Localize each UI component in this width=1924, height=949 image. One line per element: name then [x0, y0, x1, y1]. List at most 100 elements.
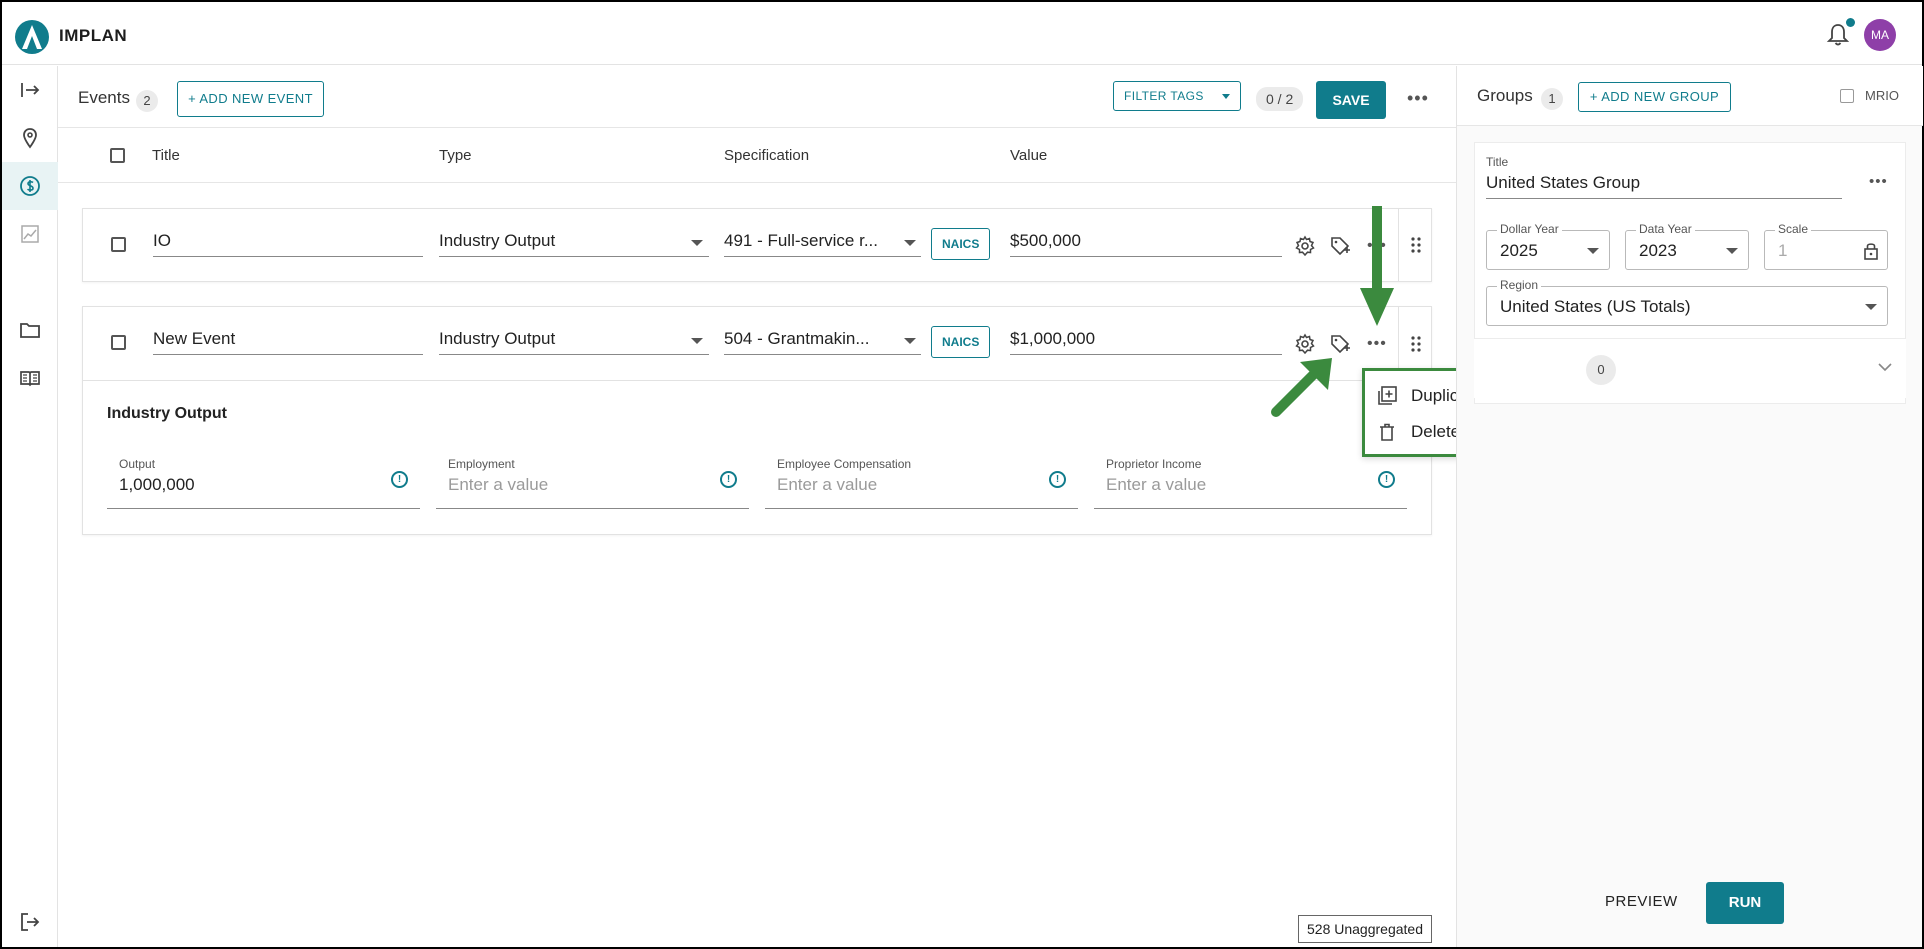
sidebar-item-results[interactable]: [2, 210, 58, 258]
scale-label: Scale: [1775, 222, 1812, 236]
lock-icon: [1864, 243, 1878, 260]
chevron-down-icon: [1865, 304, 1877, 310]
group-more-options-icon[interactable]: •••: [1869, 174, 1888, 189]
group-events-count-badge: 0: [1586, 355, 1616, 385]
add-new-event-button[interactable]: + ADD NEW EVENT: [177, 81, 324, 117]
sidebar-item-impacts[interactable]: [2, 162, 58, 210]
logout-button[interactable]: [2, 898, 58, 946]
group-title-input[interactable]: United States Group: [1486, 169, 1842, 199]
notification-bell-icon[interactable]: [1826, 22, 1850, 48]
event-specification-select[interactable]: 491 - Full-service r...: [724, 227, 921, 257]
chevron-down-icon: [691, 338, 703, 344]
dollar-year-value: 2025: [1500, 241, 1538, 260]
annotation-arrow-down-icon: [1360, 206, 1394, 326]
scale-value: 1: [1778, 241, 1788, 260]
data-year-select[interactable]: Data Year 2023: [1625, 222, 1749, 270]
event-detail-title: Industry Output: [107, 405, 227, 422]
chevron-down-icon: [904, 338, 916, 344]
dollar-circle-icon: [20, 176, 40, 196]
logout-icon: [21, 913, 40, 931]
event-specification-value: 504 - Grantmakin...: [724, 329, 870, 348]
employment-field[interactable]: Employment Enter a value !: [436, 457, 749, 509]
dollar-year-label: Dollar Year: [1497, 222, 1562, 236]
proprietor-income-label: Proprietor Income: [1106, 457, 1202, 471]
annotation-arrow-diagonal-icon: [1271, 358, 1332, 417]
event-title-input[interactable]: New Event: [153, 325, 423, 355]
info-icon[interactable]: !: [720, 471, 737, 488]
naics-button[interactable]: NAICS: [931, 228, 991, 260]
event-type-value: Industry Output: [439, 329, 556, 348]
sidebar-item-library[interactable]: [2, 354, 58, 402]
event-title-input[interactable]: IO: [153, 227, 423, 257]
naics-button[interactable]: NAICS: [931, 326, 991, 358]
info-icon[interactable]: !: [1049, 471, 1066, 488]
employment-placeholder: Enter a value: [448, 475, 549, 494]
drag-handle-icon[interactable]: [1398, 209, 1432, 281]
proprietor-income-placeholder: Enter a value: [1106, 475, 1207, 494]
column-specification: Specification: [724, 147, 810, 164]
save-button[interactable]: SAVE: [1316, 81, 1386, 119]
chevron-down-icon: [1222, 94, 1230, 99]
events-count-badge: 2: [136, 90, 158, 112]
employee-compensation-field[interactable]: Employee Compensation Enter a value !: [765, 457, 1078, 509]
event-row-summary: New Event Industry Output 504 - Grantmak…: [83, 307, 1431, 381]
add-tag-icon[interactable]: [1329, 235, 1351, 257]
data-year-label: Data Year: [1636, 222, 1695, 236]
run-button[interactable]: RUN: [1706, 882, 1784, 924]
sidebar-item-projects[interactable]: [2, 306, 58, 354]
gear-icon[interactable]: [1294, 333, 1316, 355]
region-select[interactable]: Region United States (US Totals): [1486, 278, 1888, 326]
proprietor-income-field[interactable]: Proprietor Income Enter a value !: [1094, 457, 1407, 509]
filter-tags-dropdown[interactable]: FILTER TAGS: [1113, 81, 1241, 111]
trash-icon: [1380, 423, 1394, 441]
output-field[interactable]: Output 1,000,000 !: [107, 457, 420, 509]
mrio-checkbox[interactable]: [1840, 89, 1854, 103]
selection-counter: 0 / 2: [1256, 87, 1304, 111]
output-value: 1,000,000: [119, 475, 195, 494]
employment-label: Employment: [448, 457, 515, 471]
groups-count-badge: 1: [1541, 88, 1563, 110]
event-type-value: Industry Output: [439, 231, 556, 250]
event-specification-select[interactable]: 504 - Grantmakin...: [724, 325, 921, 355]
avatar[interactable]: MA: [1864, 19, 1896, 51]
group-events-row[interactable]: 0: [1474, 338, 1906, 398]
implan-logo-icon: [15, 20, 49, 54]
dollar-year-select[interactable]: Dollar Year 2025: [1486, 222, 1610, 270]
aggregation-status-chip: 528 Unaggregated: [1298, 915, 1432, 943]
event-value-input[interactable]: $1,000,000: [1010, 325, 1282, 355]
event-type-select[interactable]: Industry Output: [439, 227, 709, 257]
add-tag-icon[interactable]: [1329, 333, 1351, 355]
expand-sidebar-button[interactable]: [2, 66, 58, 114]
gear-icon[interactable]: [1294, 235, 1316, 257]
info-icon[interactable]: !: [391, 471, 408, 488]
employee-compensation-label: Employee Compensation: [777, 457, 912, 471]
column-type: Type: [439, 147, 472, 164]
book-icon: [20, 371, 40, 387]
event-row-checkbox[interactable]: [111, 335, 126, 350]
column-value: Value: [1010, 147, 1048, 164]
data-year-value: 2023: [1639, 241, 1677, 260]
events-column-header: Title Type Specification Value: [58, 129, 1456, 183]
event-type-select[interactable]: Industry Output: [439, 325, 709, 355]
chevron-down-icon: [1726, 248, 1738, 254]
event-row-expanded: New Event Industry Output 504 - Grantmak…: [82, 306, 1432, 535]
expand-arrow-icon: [21, 83, 40, 97]
sidebar-item-regions[interactable]: [2, 114, 58, 162]
add-new-group-button[interactable]: + ADD NEW GROUP: [1578, 82, 1731, 112]
column-title: Title: [152, 147, 180, 164]
employee-compensation-placeholder: Enter a value: [777, 475, 878, 494]
mrio-label: MRIO: [1865, 88, 1899, 103]
preview-button[interactable]: PREVIEW: [1605, 893, 1678, 910]
scale-field: Scale 1: [1764, 222, 1888, 270]
chevron-down-icon[interactable]: [1878, 363, 1892, 372]
groups-header: Groups 1 + ADD NEW GROUP MRIO: [1457, 66, 1923, 126]
chevron-down-icon: [691, 240, 703, 246]
select-all-checkbox[interactable]: [110, 148, 125, 163]
event-more-options-icon[interactable]: •••: [1367, 336, 1387, 352]
info-icon[interactable]: !: [1378, 471, 1395, 488]
region-value: United States (US Totals): [1500, 297, 1691, 316]
event-row-checkbox[interactable]: [111, 237, 126, 252]
events-more-options-icon[interactable]: •••: [1407, 89, 1429, 107]
app-title: IMPLAN: [59, 26, 128, 45]
event-value-input[interactable]: $500,000: [1010, 227, 1282, 257]
